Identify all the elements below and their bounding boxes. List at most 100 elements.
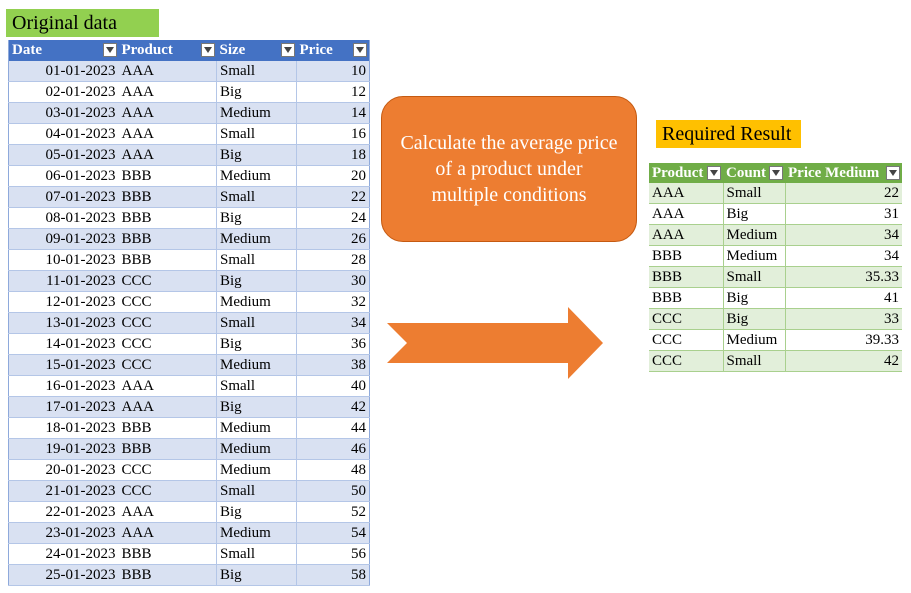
cell-price[interactable]: 56 (296, 543, 370, 565)
cell-product[interactable]: BBB (118, 564, 217, 586)
cell-price-medium[interactable]: 34 (784, 224, 902, 246)
cell-product[interactable]: AAA (118, 102, 217, 124)
cell-product[interactable]: CCC (118, 354, 217, 376)
cell-product[interactable]: BBB (649, 287, 723, 309)
cell-price[interactable]: 26 (296, 228, 370, 250)
cell-product[interactable]: CCC (118, 270, 217, 292)
cell-size[interactable]: Big (216, 396, 297, 418)
cell-date[interactable]: 20-01-2023 (8, 459, 119, 481)
cell-size[interactable]: Medium (216, 354, 297, 376)
cell-date[interactable]: 04-01-2023 (8, 123, 119, 145)
cell-date[interactable]: 17-01-2023 (8, 396, 119, 418)
cell-count[interactable]: Small (722, 183, 785, 204)
cell-price[interactable]: 10 (296, 61, 370, 82)
cell-date[interactable]: 02-01-2023 (8, 81, 119, 103)
cell-price[interactable]: 54 (296, 522, 370, 544)
cell-price[interactable]: 48 (296, 459, 370, 481)
cell-size[interactable]: Medium (216, 522, 297, 544)
cell-product[interactable]: AAA (118, 501, 217, 523)
cell-count[interactable]: Big (722, 203, 785, 225)
cell-product[interactable]: BBB (118, 165, 217, 187)
cell-product[interactable]: BBB (649, 245, 723, 267)
cell-price[interactable]: 20 (296, 165, 370, 187)
cell-date[interactable]: 21-01-2023 (8, 480, 119, 502)
cell-price[interactable]: 50 (296, 480, 370, 502)
cell-price[interactable]: 28 (296, 249, 370, 271)
cell-date[interactable]: 06-01-2023 (8, 165, 119, 187)
cell-date[interactable]: 16-01-2023 (8, 375, 119, 397)
cell-price[interactable]: 38 (296, 354, 370, 376)
cell-date[interactable]: 19-01-2023 (8, 438, 119, 460)
cell-product[interactable]: CCC (118, 312, 217, 334)
cell-date[interactable]: 07-01-2023 (8, 186, 119, 208)
cell-size[interactable]: Small (216, 312, 297, 334)
cell-date[interactable]: 12-01-2023 (8, 291, 119, 313)
cell-price[interactable]: 40 (296, 375, 370, 397)
cell-product[interactable]: AAA (118, 144, 217, 166)
cell-count[interactable]: Big (722, 287, 785, 309)
cell-size[interactable]: Medium (216, 291, 297, 313)
cell-price[interactable]: 16 (296, 123, 370, 145)
cell-size[interactable]: Small (216, 249, 297, 271)
cell-price[interactable]: 30 (296, 270, 370, 292)
cell-size[interactable]: Big (216, 144, 297, 166)
cell-size[interactable]: Big (216, 81, 297, 103)
cell-size[interactable]: Small (216, 61, 297, 82)
filter-dropdown-date[interactable] (102, 43, 117, 57)
cell-count[interactable]: Small (722, 350, 785, 372)
cell-price[interactable]: 12 (296, 81, 370, 103)
filter-dropdown-product[interactable] (200, 43, 215, 57)
cell-price-medium[interactable]: 33 (784, 308, 902, 330)
cell-product[interactable]: AAA (118, 396, 217, 418)
cell-product[interactable]: AAA (118, 522, 217, 544)
cell-price[interactable]: 34 (296, 312, 370, 334)
cell-date[interactable]: 09-01-2023 (8, 228, 119, 250)
cell-date[interactable]: 14-01-2023 (8, 333, 119, 355)
cell-count[interactable]: Small (722, 266, 785, 288)
cell-price-medium[interactable]: 35.33 (784, 266, 902, 288)
cell-price-medium[interactable]: 41 (784, 287, 902, 309)
cell-date[interactable]: 08-01-2023 (8, 207, 119, 229)
cell-size[interactable]: Big (216, 501, 297, 523)
cell-size[interactable]: Small (216, 123, 297, 145)
cell-date[interactable]: 03-01-2023 (8, 102, 119, 124)
cell-product[interactable]: CCC (649, 350, 723, 372)
cell-count[interactable]: Big (722, 308, 785, 330)
cell-date[interactable]: 01-01-2023 (8, 61, 119, 82)
cell-product[interactable]: AAA (649, 183, 723, 204)
cell-price[interactable]: 58 (296, 564, 370, 586)
cell-size[interactable]: Small (216, 480, 297, 502)
cell-price-medium[interactable]: 42 (784, 350, 902, 372)
cell-price[interactable]: 44 (296, 417, 370, 439)
cell-product[interactable]: AAA (649, 203, 723, 225)
cell-product[interactable]: AAA (118, 81, 217, 103)
filter-dropdown-result-count[interactable] (769, 166, 783, 180)
cell-price[interactable]: 36 (296, 333, 370, 355)
cell-date[interactable]: 24-01-2023 (8, 543, 119, 565)
cell-price[interactable]: 22 (296, 186, 370, 208)
cell-product[interactable]: CCC (118, 459, 217, 481)
cell-product[interactable]: AAA (118, 123, 217, 145)
cell-product[interactable]: AAA (649, 224, 723, 246)
cell-date[interactable]: 05-01-2023 (8, 144, 119, 166)
cell-price-medium[interactable]: 22 (784, 183, 902, 204)
cell-product[interactable]: BBB (118, 207, 217, 229)
cell-size[interactable]: Medium (216, 165, 297, 187)
cell-product[interactable]: BBB (118, 543, 217, 565)
cell-price[interactable]: 14 (296, 102, 370, 124)
cell-size[interactable]: Medium (216, 459, 297, 481)
cell-price[interactable]: 24 (296, 207, 370, 229)
cell-size[interactable]: Big (216, 207, 297, 229)
cell-date[interactable]: 15-01-2023 (8, 354, 119, 376)
filter-dropdown-size[interactable] (280, 43, 295, 57)
cell-product[interactable]: BBB (118, 186, 217, 208)
cell-size[interactable]: Medium (216, 228, 297, 250)
cell-date[interactable]: 11-01-2023 (8, 270, 119, 292)
cell-price[interactable]: 46 (296, 438, 370, 460)
cell-product[interactable]: BBB (118, 438, 217, 460)
cell-date[interactable]: 18-01-2023 (8, 417, 119, 439)
cell-date[interactable]: 22-01-2023 (8, 501, 119, 523)
cell-size[interactable]: Big (216, 270, 297, 292)
cell-product[interactable]: BBB (118, 228, 217, 250)
cell-size[interactable]: Big (216, 564, 297, 586)
